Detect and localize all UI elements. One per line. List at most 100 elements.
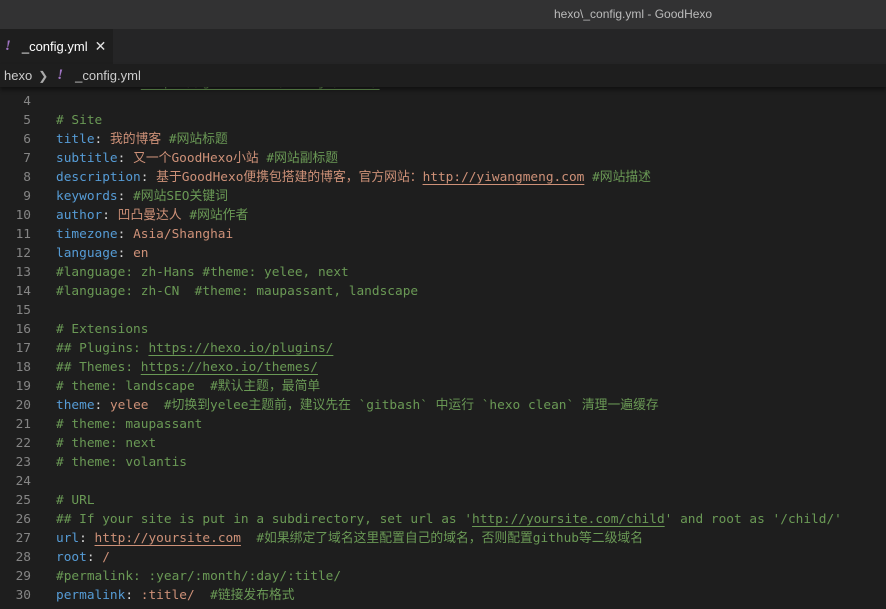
link-token[interactable]: https://hexo.io/plugins/ bbox=[148, 341, 333, 356]
code-token: # theme: landscape #默认主题，最简单 bbox=[56, 379, 321, 394]
code-token: #网站SEO关键词 bbox=[133, 189, 228, 204]
code-token: / bbox=[102, 550, 110, 565]
code-line[interactable]: 8 description: 基于GoodHexo便携包搭建的博客，官方网站：ht… bbox=[0, 168, 886, 187]
code-token: en bbox=[133, 246, 149, 261]
code-line[interactable]: 15 bbox=[0, 301, 886, 320]
code-line[interactable]: 24 bbox=[0, 472, 886, 491]
code-token: : bbox=[94, 132, 110, 147]
code-token: : bbox=[117, 151, 134, 166]
line-code: ## Themes: https://hexo.io/themes/ bbox=[56, 358, 318, 377]
code-token: theme bbox=[56, 398, 95, 413]
line-number: 4 bbox=[23, 94, 31, 109]
tab-config-yml[interactable]: ! _config.yml ✕ bbox=[0, 29, 113, 64]
code-token: #网站副标题 bbox=[266, 151, 339, 166]
code-token: #链接发布格式 bbox=[194, 588, 295, 603]
line-code: #language: zh-CN #theme: maupassant, lan… bbox=[56, 282, 418, 301]
code-token: #网站作者 bbox=[189, 208, 249, 223]
code-line[interactable]: 13 #language: zh-Hans #theme: yelee, next bbox=[0, 263, 886, 282]
line-number: 16 bbox=[15, 322, 31, 337]
code-line[interactable]: 28 root: / bbox=[0, 548, 886, 567]
code-token: #language: zh-Hans #theme: yelee, next bbox=[56, 265, 349, 280]
code-token: #切换到yelee主题前，建议先在 `gitbash` 中运行 `hexo cl… bbox=[148, 398, 659, 413]
code-token: yelee bbox=[109, 398, 149, 413]
code-token: root bbox=[56, 550, 87, 565]
line-number: 28 bbox=[15, 550, 31, 565]
link-token[interactable]: http://yoursite.com bbox=[95, 531, 241, 546]
line-number: 18 bbox=[15, 360, 31, 375]
link-token[interactable]: http://yoursite.com/child bbox=[472, 512, 665, 527]
close-icon[interactable]: ✕ bbox=[95, 38, 107, 55]
code-token: ## Plugins: bbox=[56, 341, 149, 356]
code-line[interactable]: 7 subtitle: 又一个GoodHexo小站 #网站副标题 bbox=[0, 149, 886, 168]
code-token: # Extensions bbox=[56, 322, 149, 337]
code-token: # theme: maupassant bbox=[56, 417, 203, 432]
code-line[interactable]: 11 timezone: Asia/Shanghai bbox=[0, 225, 886, 244]
line-code: timezone: Asia/Shanghai bbox=[56, 225, 233, 244]
code-line[interactable]: 23 # theme: volantis bbox=[0, 453, 886, 472]
line-code: description: 基于GoodHexo便携包搭建的博客，官方网站：htt… bbox=[56, 168, 651, 187]
code-line[interactable]: 19 # theme: landscape #默认主题，最简单 bbox=[0, 377, 886, 396]
code-token: title bbox=[56, 132, 95, 147]
line-code: # theme: next bbox=[56, 434, 156, 453]
link-token[interactable]: http://yiwangmeng.com bbox=[423, 170, 585, 185]
code-token: 我的博客 bbox=[109, 132, 169, 147]
line-code: # theme: maupassant bbox=[56, 415, 202, 434]
window-title: hexo\_config.yml - GoodHexo bbox=[554, 7, 713, 21]
code-line[interactable]: 22 # theme: next bbox=[0, 434, 886, 453]
line-code: author: 凹凸曼达人 #网站作者 bbox=[56, 206, 248, 225]
code-token: #permalink: :year/:month/:day/:title/ bbox=[56, 569, 342, 584]
chevron-right-icon: ❯ bbox=[38, 68, 49, 83]
line-code: # theme: volantis bbox=[56, 453, 187, 472]
code-token: # theme: volantis bbox=[56, 455, 187, 470]
code-line[interactable]: 21 # theme: maupassant bbox=[0, 415, 886, 434]
code-line[interactable]: 16 # Extensions bbox=[0, 320, 886, 339]
code-token: #网站标题 bbox=[168, 132, 228, 147]
code-line[interactable]: 20 theme: yelee #切换到yelee主题前，建议先在 `gitbas… bbox=[0, 396, 886, 415]
code-token: #网站描述 bbox=[592, 170, 651, 185]
code-token: permalink bbox=[56, 588, 126, 603]
line-code: subtitle: 又一个GoodHexo小站 #网站副标题 bbox=[56, 149, 338, 168]
code-token: timezone bbox=[56, 227, 118, 242]
breadcrumb-folder[interactable]: hexo bbox=[4, 68, 32, 83]
code-line[interactable]: 18 ## Themes: https://hexo.io/themes/ bbox=[0, 358, 886, 377]
breadcrumb-file[interactable]: _config.yml bbox=[75, 68, 141, 83]
code-line[interactable]: 9 keywords: #网站SEO关键词 bbox=[0, 187, 886, 206]
code-token: Asia/Shanghai bbox=[133, 227, 234, 242]
line-code: # Site bbox=[56, 111, 102, 130]
code-line[interactable]: 30 permalink: :title/ #链接发布格式 bbox=[0, 586, 886, 605]
code-token: 又一个GoodHexo小站 bbox=[133, 151, 267, 166]
code-token: description bbox=[56, 170, 141, 185]
code-token: ## Themes: bbox=[56, 360, 141, 375]
code-line[interactable]: 26 ## If your site is put in a subdirecto… bbox=[0, 510, 886, 529]
code-line[interactable]: 10 author: 凹凸曼达人 #网站作者 bbox=[0, 206, 886, 225]
link-token[interactable]: https://hexo.io/themes/ bbox=[141, 360, 318, 375]
line-code: ## If your site is put in a subdirectory… bbox=[56, 510, 842, 529]
code-line[interactable]: 6 title: 我的博客 #网站标题 bbox=[0, 130, 886, 149]
code-line[interactable]: 14 #language: zh-CN #theme: maupassant, l… bbox=[0, 282, 886, 301]
code-token: : bbox=[117, 246, 134, 261]
code-line[interactable]: 12 language: en bbox=[0, 244, 886, 263]
code-line[interactable]: 29 #permalink: :year/:month/:day/:title/ bbox=[0, 567, 886, 586]
code-token: # theme: next bbox=[56, 436, 157, 451]
code-token: language bbox=[56, 246, 118, 261]
code-line[interactable]: 25 # URL bbox=[0, 491, 886, 510]
code-editor[interactable]: 3## Source: https://github.com/hexojs/he… bbox=[0, 73, 886, 605]
line-code: theme: yelee #切换到yelee主题前，建议先在 `gitbash`… bbox=[56, 396, 659, 415]
code-line[interactable]: 5 # Site bbox=[0, 111, 886, 130]
line-number: 17 bbox=[15, 341, 31, 356]
code-line[interactable]: 17 ## Plugins: https://hexo.io/plugins/ bbox=[0, 339, 886, 358]
code-token: #如果绑定了域名这里配置自己的域名，否则配置github等二级域名 bbox=[240, 531, 643, 546]
line-number: 20 bbox=[15, 398, 31, 413]
code-token: 凹凸曼达人 bbox=[117, 208, 190, 223]
code-token: #language: zh-CN #theme: maupassant, lan… bbox=[56, 284, 419, 299]
line-number: 22 bbox=[15, 436, 31, 451]
line-code: #permalink: :year/:month/:day/:title/ bbox=[56, 567, 341, 586]
code-line[interactable]: 4 bbox=[0, 92, 886, 111]
code-line[interactable]: 27 url: http://yoursite.com #如果绑定了域名这里配置自… bbox=[0, 529, 886, 548]
line-number: 24 bbox=[15, 474, 31, 489]
line-number: 27 bbox=[15, 531, 31, 546]
line-number: 11 bbox=[15, 227, 31, 242]
code-token: keywords bbox=[56, 189, 118, 204]
code-token: url bbox=[56, 531, 80, 546]
code-token: 基于GoodHexo便携包搭建的博客，官方网站： bbox=[156, 170, 423, 185]
